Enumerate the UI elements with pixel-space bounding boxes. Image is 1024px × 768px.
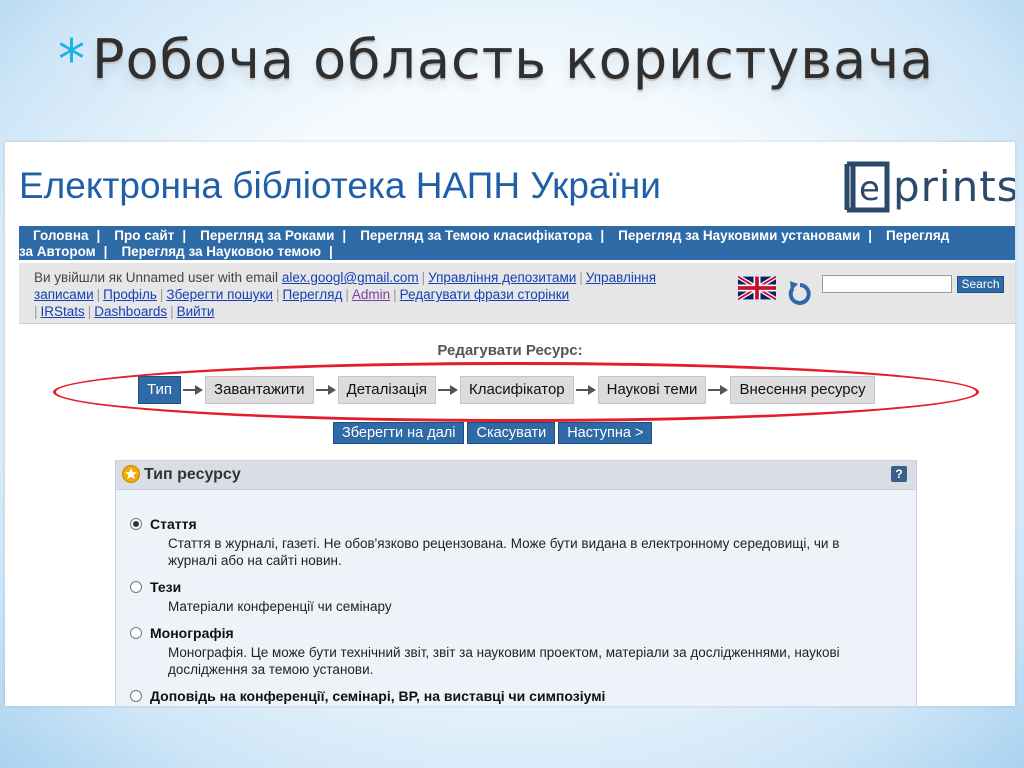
- save-for-later-button[interactable]: Зберегти на далі: [333, 422, 465, 444]
- nav-home[interactable]: Головна: [19, 227, 97, 244]
- annotation-ellipse: [53, 362, 979, 422]
- manage-records-link-part2[interactable]: записами: [34, 287, 94, 302]
- option-name: Монографія: [150, 625, 234, 641]
- nav-row-2: за Автором | Перегляд за Науковою темою |: [19, 243, 333, 260]
- eprints-logo-e: e: [859, 169, 880, 209]
- nav-about[interactable]: Про сайт: [100, 227, 182, 244]
- search-button[interactable]: Search: [957, 276, 1004, 293]
- slide-title: * Робоча область користувача: [58, 14, 1018, 106]
- manage-records-link-part1[interactable]: Управління: [586, 270, 656, 285]
- nav-browse-year[interactable]: Перегляд за Роками: [186, 227, 342, 244]
- nav-browse-author-part2[interactable]: за Автором: [19, 243, 104, 260]
- user-bar: Ви увійшли як Unnamed user with email al…: [19, 263, 1015, 324]
- logged-in-label: Ви увійшли як Unnamed user with email: [34, 270, 279, 285]
- edit-item-title: Редагувати Ресурс:: [437, 342, 583, 359]
- resource-type-header: Тип ресурсу ?: [116, 461, 916, 490]
- link-separator: |: [87, 304, 92, 319]
- option-description: Матеріали конференції чи семінару: [168, 599, 392, 614]
- star-icon: [122, 465, 140, 483]
- review-link[interactable]: Перегляд: [282, 287, 342, 302]
- slide-title-text: Робоча область користувача: [92, 28, 935, 91]
- main-nav: Головна | Про сайт | Перегляд за Роками | Пере…: [19, 226, 1015, 260]
- radio-conference-talk[interactable]: [130, 690, 142, 702]
- eprints-logo-text: prints: [893, 162, 1015, 211]
- option-name: Тези: [150, 579, 182, 595]
- resource-type-title: Тип ресурсу: [144, 466, 241, 483]
- nav-browse-subject[interactable]: Перегляд за Темою класифікатора: [346, 227, 600, 244]
- irstats-link[interactable]: IRStats: [41, 304, 85, 319]
- userbar-line-3: | IRStats | Dashboards | Вийти: [34, 303, 214, 320]
- nav-browse-research-topic[interactable]: Перегляд за Науковою темою: [107, 243, 329, 260]
- profile-link[interactable]: Профіль: [103, 287, 157, 302]
- dashboards-link[interactable]: Dashboards: [94, 304, 167, 319]
- eprints-screenshot: Електронна бібліотека НАПН України e pri…: [5, 142, 1015, 706]
- nav-separator: |: [329, 244, 333, 259]
- uk-flag-icon[interactable]: [738, 276, 776, 300]
- refresh-icon[interactable]: [785, 276, 815, 308]
- userbar-line-2: записами | Профіль | Зберегти пошуки | Перегля…: [34, 286, 569, 303]
- nav-browse-author-part1[interactable]: Перегляд: [872, 227, 957, 244]
- slide-bullet-star: *: [58, 28, 86, 91]
- link-separator: |: [159, 287, 164, 302]
- option-name: Доповідь на конференції, семінарі, ВР, н…: [150, 688, 606, 704]
- radio-monograph[interactable]: [130, 627, 142, 639]
- next-button[interactable]: Наступна >: [558, 422, 653, 444]
- eprints-logo[interactable]: e prints: [843, 158, 1015, 218]
- site-title: Електронна бібліотека НАПН України: [19, 165, 661, 206]
- link-separator: |: [579, 270, 583, 285]
- admin-link[interactable]: Admin: [352, 287, 390, 302]
- nav-browse-institution[interactable]: Перегляд за Науковими установами: [604, 227, 868, 244]
- search-input[interactable]: [822, 275, 952, 293]
- logout-link[interactable]: Вийти: [177, 304, 215, 319]
- edit-phrases-link[interactable]: Редагувати фрази сторінки: [400, 287, 570, 302]
- link-separator: |: [421, 270, 426, 285]
- manage-deposits-link[interactable]: Управління депозитами: [428, 270, 576, 285]
- help-icon[interactable]: ?: [891, 466, 907, 482]
- link-separator: |: [96, 287, 101, 302]
- userbar-line-1: Ви увійшли як Unnamed user with email al…: [34, 269, 656, 286]
- cancel-button[interactable]: Скасувати: [467, 422, 556, 444]
- link-separator: |: [345, 287, 349, 302]
- radio-article[interactable]: [130, 518, 142, 530]
- nav-row-1: Головна | Про сайт | Перегляд за Роками | Пере…: [19, 227, 957, 244]
- action-buttons: Зберегти на далі Скасувати Наступна >: [333, 422, 655, 444]
- link-separator: |: [170, 304, 174, 319]
- saved-searches-link[interactable]: Зберегти пошуки: [166, 287, 273, 302]
- user-email-link[interactable]: alex.googl@gmail.com: [282, 270, 419, 285]
- option-description: Стаття в журналі, газеті. Не обов'язково…: [168, 536, 840, 568]
- eprints-logo-icon: e: [844, 161, 890, 213]
- option-description: Монографія. Це може бути технічний звіт,…: [168, 645, 840, 677]
- resource-type-panel: Тип ресурсу ? Стаття Стаття в журналі, г…: [115, 460, 917, 706]
- option-name: Стаття: [150, 516, 197, 532]
- link-separator: |: [393, 287, 397, 302]
- radio-theses[interactable]: [130, 581, 142, 593]
